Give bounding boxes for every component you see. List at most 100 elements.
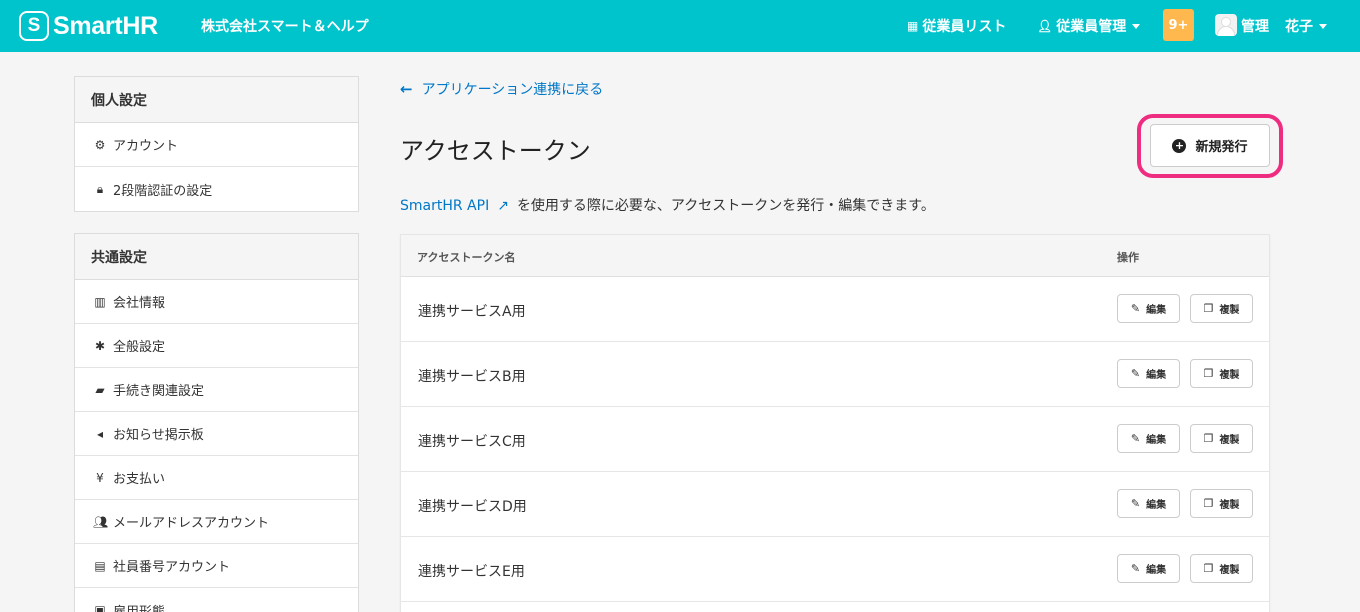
- token-name: 連携サービスC用: [418, 434, 526, 450]
- sidebar-item-label: 全般設定: [113, 340, 166, 355]
- sidebar-item-account[interactable]: ⚙ アカウント: [75, 123, 358, 167]
- copy-button-label: 複製: [1219, 435, 1240, 446]
- table-row: 連携サービスA用 ✎ 編集 ❐ 複製: [401, 277, 1269, 342]
- new-token-button-label: 新規発行: [1195, 140, 1248, 155]
- lock-icon: 🔒︎: [96, 181, 104, 196]
- list-icon: ▦: [907, 19, 919, 33]
- back-link-label: アプリケーション連携に戻る: [421, 82, 604, 98]
- copy-button-label: 複製: [1219, 370, 1240, 381]
- user-role: 管理: [1241, 19, 1269, 35]
- pencil-icon: ✎: [1130, 302, 1141, 315]
- sidebar-item-label: アカウント: [113, 139, 179, 154]
- table-row: 連携サービスD用 ✎ 編集 ❐ 複製: [401, 472, 1269, 537]
- external-link-icon: ↗: [497, 198, 509, 214]
- page-description: SmartHR API ↗ を使用する際に必要な、アクセストークンを発行・編集できま…: [400, 195, 935, 215]
- description-text: を使用する際に必要な、アクセストークンを発行・編集できます。: [516, 198, 935, 214]
- copy-icon: ❐: [1203, 497, 1214, 510]
- copy-button-label: 複製: [1219, 565, 1240, 576]
- sidebar-heading-common: 共通設定: [75, 234, 358, 280]
- copy-button-label: 複製: [1219, 305, 1240, 316]
- asterisk-icon: ✱: [94, 338, 106, 353]
- copy-icon: ❐: [1203, 302, 1214, 315]
- sidebar-item-general[interactable]: ✱ 全般設定: [75, 324, 358, 368]
- smarthr-logo[interactable]: S SmartHR: [19, 11, 158, 41]
- notification-badge[interactable]: 9+: [1163, 9, 1194, 41]
- sidebar-item-label: 手続き関連設定: [113, 384, 205, 399]
- copy-button[interactable]: ❐ 複製: [1190, 424, 1253, 453]
- users-icon: 👥︎: [93, 514, 109, 529]
- edit-button[interactable]: ✎ 編集: [1117, 294, 1180, 323]
- pencil-icon: ✎: [1130, 497, 1141, 510]
- pencil-icon: ✎: [1130, 562, 1141, 575]
- arrow-left-icon: ←: [400, 80, 413, 98]
- logo-text: SmartHR: [53, 11, 158, 40]
- token-name: 連携サービスD用: [418, 499, 527, 515]
- copy-button[interactable]: ❐ 複製: [1190, 294, 1253, 323]
- edit-button[interactable]: ✎ 編集: [1117, 359, 1180, 388]
- sidebar-item-notice-board[interactable]: ◂ お知らせ掲示板: [75, 412, 358, 456]
- avatar[interactable]: [1215, 14, 1237, 36]
- sidebar-item-company-info[interactable]: ▥ 会社情報: [75, 280, 358, 324]
- copy-icon: ❐: [1203, 367, 1214, 380]
- building-icon: ▥: [94, 294, 106, 309]
- sidebar-item-label: 2段階認証の設定: [113, 183, 213, 199]
- user-name: 花子: [1285, 19, 1313, 35]
- sidebar-common-settings: 共通設定 ▥ 会社情報 ✱ 全般設定 ▰ 手続き関連設定 ◂ お知らせ掲示板 ¥…: [74, 233, 359, 612]
- company-name: 株式会社スマート＆ヘルプ: [201, 19, 369, 35]
- sidebar-item-label: お知らせ掲示板: [113, 428, 204, 443]
- chevron-down-icon: [1319, 23, 1327, 29]
- sidebar-item-payment[interactable]: ¥ お支払い: [75, 456, 358, 500]
- edit-button[interactable]: ✎ 編集: [1117, 489, 1180, 518]
- sidebar-item-2fa[interactable]: 🔒︎ 2段階認証の設定: [75, 167, 358, 211]
- plus-circle-icon: +: [1172, 138, 1187, 153]
- edit-button-label: 編集: [1146, 500, 1167, 511]
- column-header-ops: 操作: [1117, 251, 1139, 264]
- nav-employee-manage[interactable]: 👤︎ 従業員管理: [1037, 16, 1141, 36]
- sidebar-item-employee-number-account[interactable]: ▤ 社員番号アカウント: [75, 544, 358, 588]
- table-row: 連携サービスE用 ✎ 編集 ❐ 複製: [401, 537, 1269, 602]
- page-title: アクセストークン: [400, 137, 591, 165]
- id-card-icon: ▤: [94, 558, 106, 573]
- megaphone-icon: ◂: [96, 426, 104, 441]
- nav-employee-list-label: 従業員リスト: [922, 19, 1007, 35]
- api-link[interactable]: SmartHR API: [400, 198, 489, 214]
- edit-button[interactable]: ✎ 編集: [1117, 424, 1180, 453]
- nav-employee-manage-label: 従業員管理: [1056, 19, 1127, 35]
- badge-icon: ▣: [94, 603, 106, 612]
- token-name: 連携サービスE用: [418, 564, 525, 580]
- table-row: 連携サービスB用 ✎ 編集 ❐ 複製: [401, 342, 1269, 407]
- edit-button-label: 編集: [1146, 435, 1167, 446]
- sidebar-item-procedures[interactable]: ▰ 手続き関連設定: [75, 368, 358, 412]
- user-menu[interactable]: 管理 花子: [1241, 16, 1327, 36]
- logo-mark-icon: S: [19, 11, 49, 41]
- copy-button[interactable]: ❐ 複製: [1190, 489, 1253, 518]
- table-row: 連携サービスC用 ✎ 編集 ❐ 複製: [401, 407, 1269, 472]
- sidebar-item-label: 社員番号アカウント: [113, 560, 231, 575]
- back-link[interactable]: ← アプリケーション連携に戻る: [400, 79, 603, 99]
- yen-icon: ¥: [96, 470, 104, 485]
- sidebar-item-label: お支払い: [113, 472, 166, 487]
- new-token-button[interactable]: + 新規発行: [1150, 124, 1270, 167]
- gear-icon: ⚙: [94, 137, 106, 152]
- sidebar-item-employment-type[interactable]: ▣ 雇用形態: [75, 588, 358, 612]
- edit-button-label: 編集: [1146, 370, 1167, 381]
- edit-button-label: 編集: [1146, 305, 1167, 316]
- sidebar-item-label: 雇用形態: [113, 604, 166, 612]
- pencil-icon: ✎: [1130, 367, 1141, 380]
- sidebar-item-label: メールアドレスアカウント: [113, 516, 270, 531]
- user-icon: 👤︎: [1037, 19, 1053, 33]
- edit-button[interactable]: ✎ 編集: [1117, 554, 1180, 583]
- token-name: 連携サービスB用: [418, 369, 526, 385]
- copy-button[interactable]: ❐ 複製: [1190, 359, 1253, 388]
- copy-button[interactable]: ❐ 複製: [1190, 554, 1253, 583]
- book-icon: ▰: [95, 382, 105, 397]
- column-header-name: アクセストークン名: [417, 251, 516, 264]
- table-header: アクセストークン名 操作: [401, 235, 1269, 277]
- sidebar-item-email-account[interactable]: 👥︎ メールアドレスアカウント: [75, 500, 358, 544]
- copy-icon: ❐: [1203, 432, 1214, 445]
- sidebar-item-label: 会社情報: [113, 296, 166, 311]
- nav-employee-list[interactable]: ▦ 従業員リスト: [907, 16, 1006, 36]
- chevron-down-icon: [1132, 23, 1141, 29]
- copy-button-label: 複製: [1219, 500, 1240, 511]
- token-name: 連携サービスA用: [418, 304, 526, 320]
